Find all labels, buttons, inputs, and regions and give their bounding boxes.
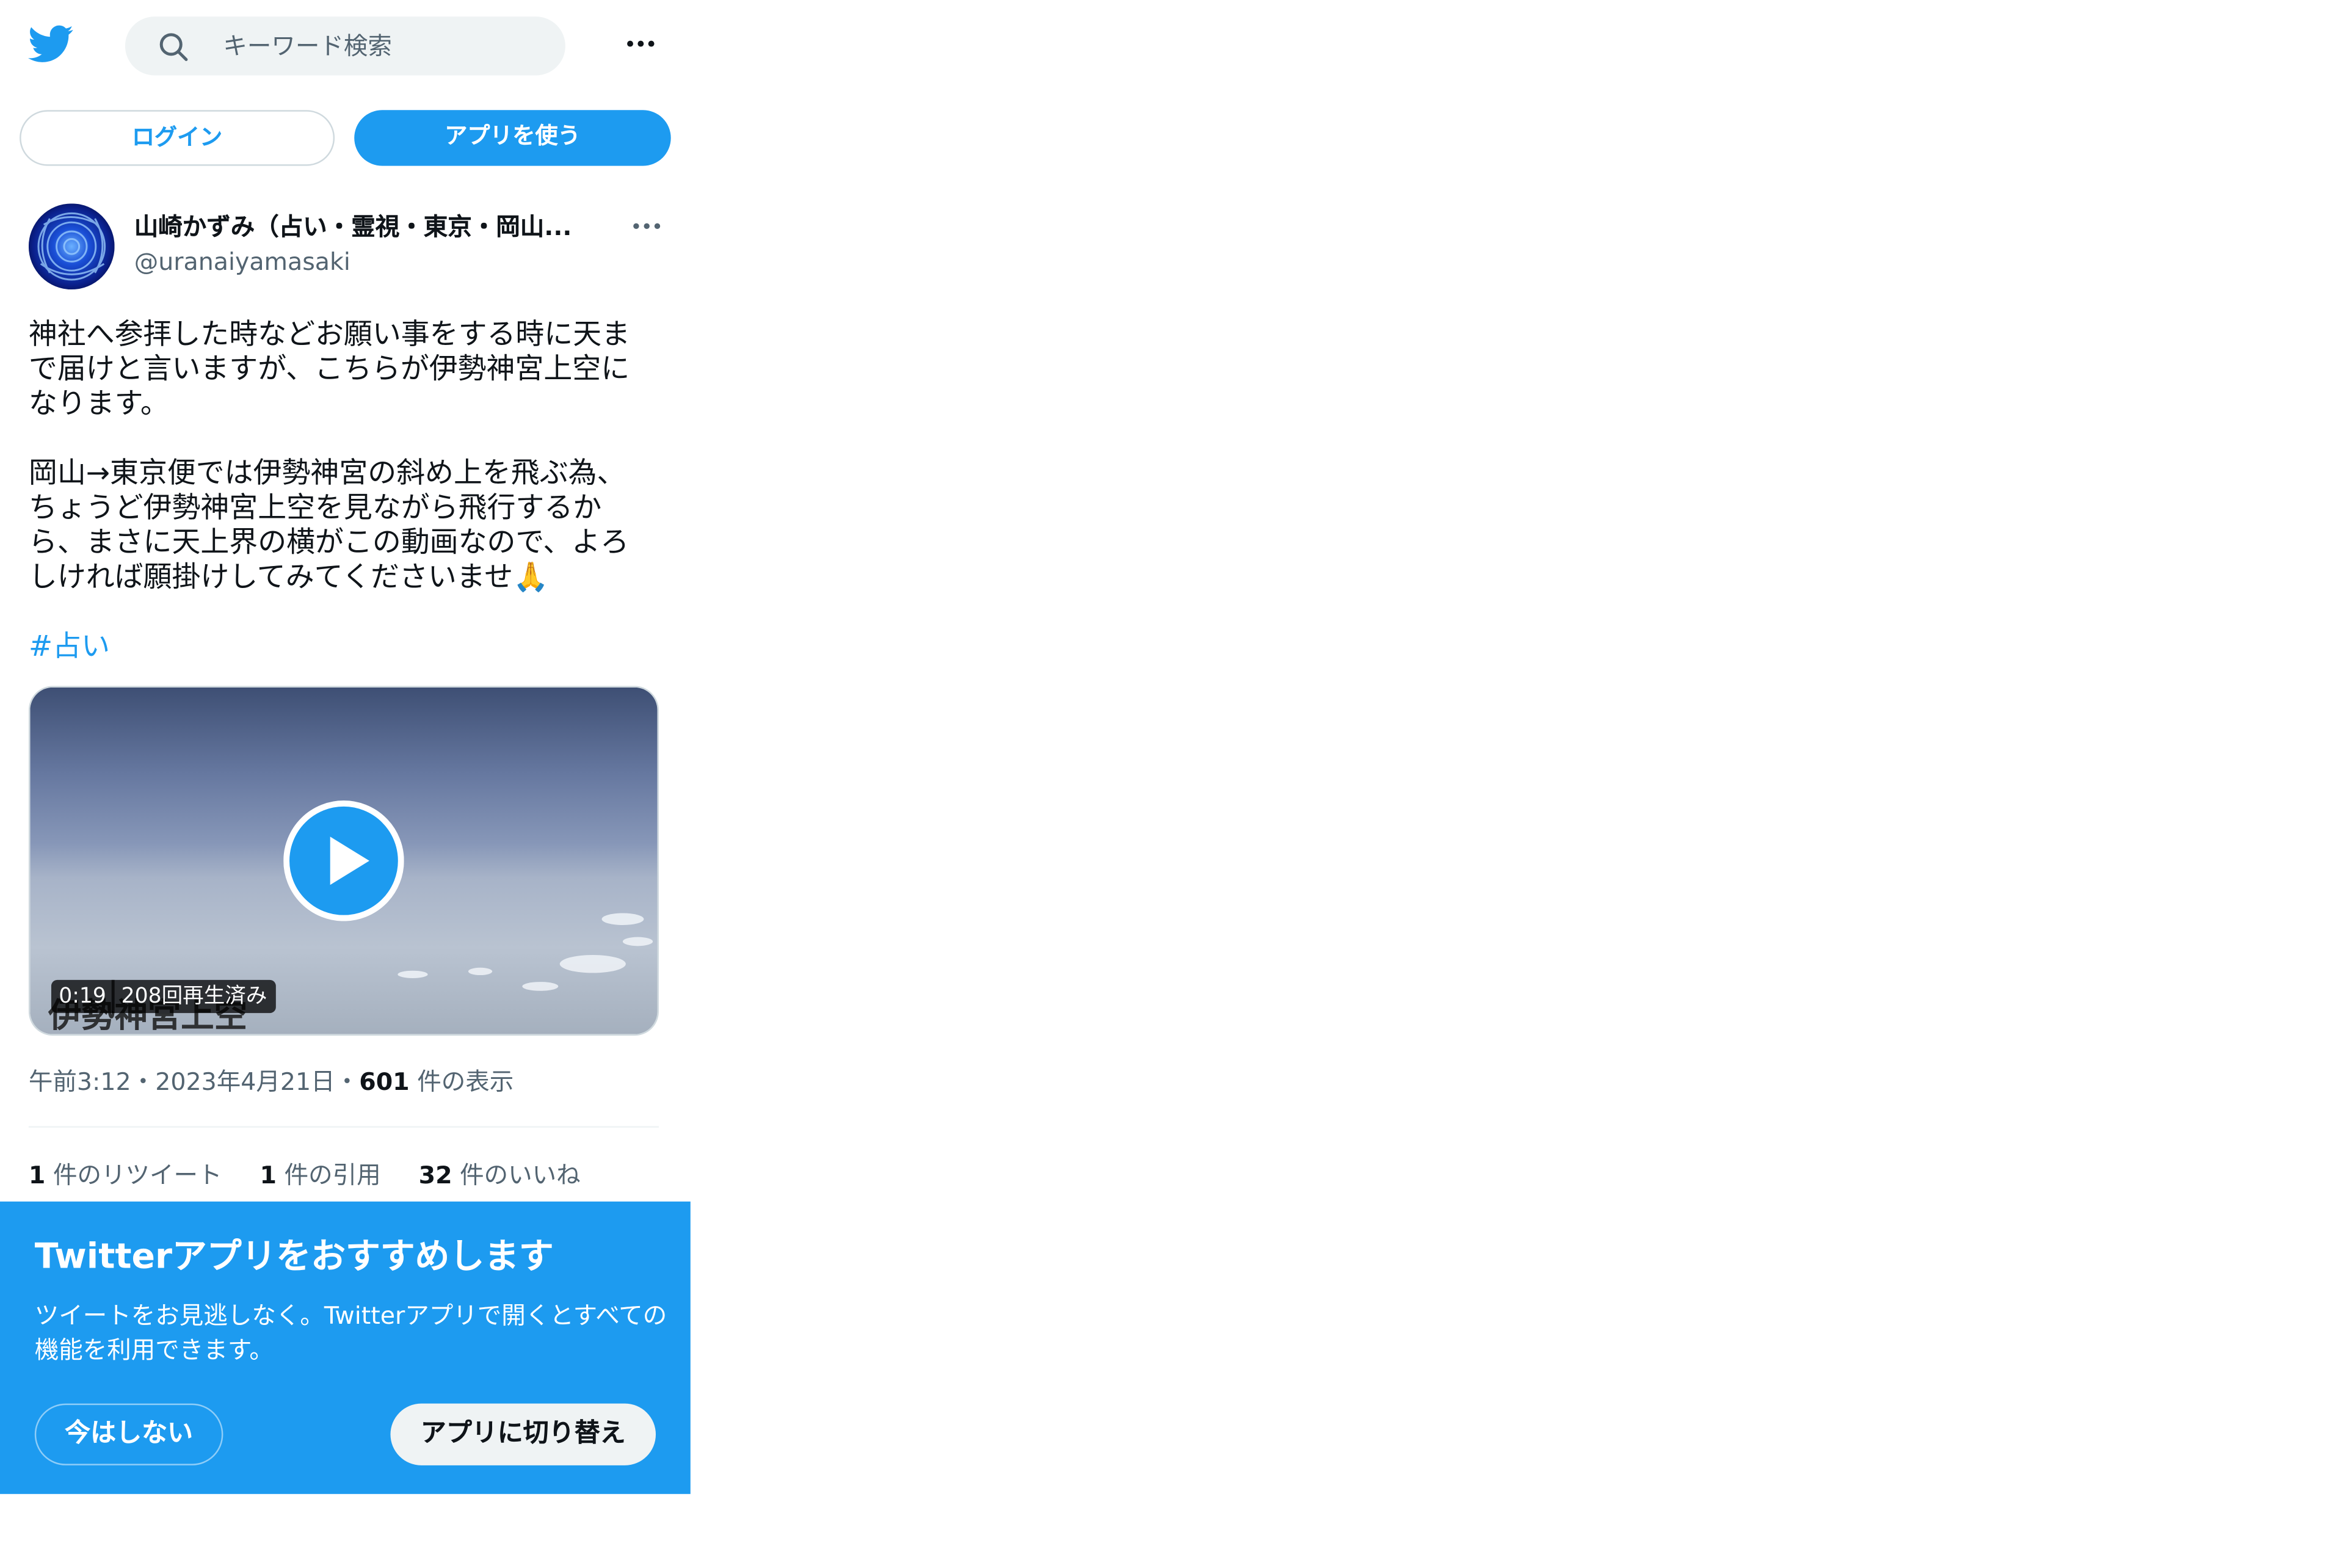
view-count: 601 [359,1067,410,1096]
not-now-button[interactable]: 今はしない [34,1403,223,1465]
separator-dot: ・ [131,1067,156,1096]
search-box[interactable]: キーワード検索 [125,16,565,76]
tweet-text-line: なります。 [28,387,169,421]
avatar[interactable] [28,203,115,290]
tweet-text-line: 神社へ参拝した時などお願い事をする時に天ま [28,318,631,352]
hashtag-link[interactable]: #占い [29,630,110,665]
promo-text: ツイートをお見逃しなく。Twitterアプリで開くとすべての機能を利用できます。 [34,1301,667,1365]
user-handle[interactable]: @uranaiyamasaki [134,245,350,277]
tweet-date[interactable]: 2023年4月21日 [155,1067,335,1096]
view-label: 件の表示 [417,1067,514,1096]
divider [28,1126,659,1128]
like-stat[interactable]: 32 件のいいね [419,1160,581,1191]
tweet-time[interactable]: 午前3:12 [29,1067,131,1096]
tweet-text-line: ちょうど伊勢神宮上空を見ながら飛行するか [28,491,602,525]
display-name[interactable]: 山崎かずみ（占い・霊視・東京・岡山... [134,211,601,243]
tweet-more-icon[interactable] [630,211,663,241]
switch-to-app-button[interactable]: アプリに切り替え [390,1403,656,1465]
quote-stat[interactable]: 1 件の引用 [260,1160,381,1191]
tweet-text-line: 岡山→東京便では伊勢神宮の斜め上を飛ぶ為、 [28,457,626,490]
app-root: キーワード検索 ログイン アプリを使う 山崎かずみ（占い・霊視・東京・岡山...… [0,0,2352,1568]
twitter-bird-icon[interactable] [27,21,75,67]
tweet-meta: 午前3:12・2023年4月21日・601 件の表示 [29,1066,514,1098]
tweet-text-line: ら、まさに天上界の横がこの動画なので、よろ [28,526,630,559]
tweet-stats: 1 件のリツイート 1 件の引用 32 件のいいね [29,1160,611,1191]
promo-title: Twitterアプリをおすすめします [34,1238,554,1277]
video-duration: 0:19 [59,984,106,1009]
search-input[interactable]: キーワード検索 [223,32,392,62]
quote-count: 1 [260,1161,277,1190]
more-horizontal-icon[interactable] [624,27,657,60]
quote-label: 件の引用 [284,1161,381,1190]
login-button[interactable]: ログイン [20,110,335,166]
app-promo-banner: Twitterアプリをおすすめします ツイートをお見逃しなく。Twitterアプ… [0,1201,691,1494]
tweet-text-line: で届けと言いますが、こちらが伊勢神宮上空に [28,352,630,387]
tweet-text-line: しければ願掛けしてみてくださいませ🙏 [28,561,549,594]
divider [112,979,115,1014]
separator-dot: ・ [335,1067,360,1096]
use-app-button[interactable]: アプリを使う [354,110,671,166]
play-icon[interactable] [283,800,404,921]
video-views: 208回再生済み [121,984,267,1009]
like-count: 32 [418,1161,452,1190]
retweet-count: 1 [28,1161,46,1190]
video-duration-badge: 0:19 208回再生済み [51,979,277,1014]
retweet-label: 件のリツイート [53,1161,222,1190]
retweet-stat[interactable]: 1 件のリツイート [29,1160,222,1191]
like-label: 件のいいね [460,1161,581,1190]
video-player[interactable]: 伊勢神宮上空 0:19 208回再生済み [28,686,659,1036]
search-icon [158,32,188,62]
